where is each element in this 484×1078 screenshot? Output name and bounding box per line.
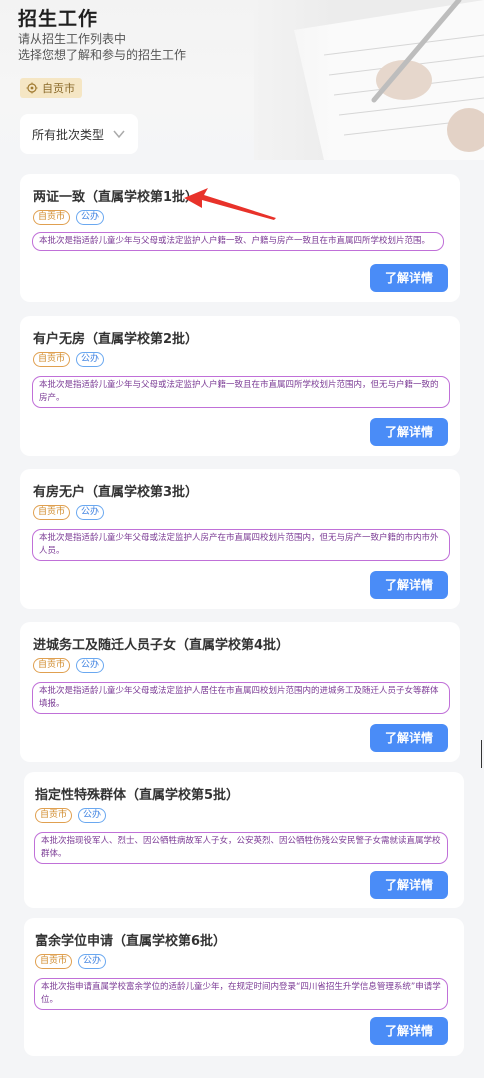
page: 招生工作 请从招生工作列表中 选择您想了解和参与的招生工作 自贡市 所有批次类型… bbox=[0, 0, 484, 1078]
details-button[interactable]: 了解详情 bbox=[370, 724, 448, 752]
card-tags: 自贡市 公办 bbox=[33, 210, 105, 225]
subtitle-line-2: 选择您想了解和参与的招生工作 bbox=[18, 48, 187, 62]
region-tag: 自贡市 bbox=[33, 210, 71, 225]
card-description: 本批次是指适龄儿童少年父母或法定监护人房产在市直属四校划片范围内，但无与房产一致… bbox=[32, 529, 450, 561]
card-title: 有房无户（直属学校第3批） bbox=[33, 485, 199, 500]
edge-divider bbox=[481, 740, 482, 768]
location-pin-icon bbox=[26, 82, 38, 94]
card-title: 有户无房（直属学校第2批） bbox=[33, 332, 199, 347]
location-label: 自贡市 bbox=[42, 82, 75, 95]
enrollment-card[interactable]: 富余学位申请（直属学校第6批） 自贡市 公办 本批次指申请直属学校富余学位的适龄… bbox=[24, 918, 464, 1056]
card-tags: 自贡市 公办 bbox=[33, 505, 105, 520]
region-tag: 自贡市 bbox=[33, 352, 71, 367]
details-button[interactable]: 了解详情 bbox=[370, 871, 448, 899]
page-title: 招生工作 bbox=[18, 8, 99, 30]
chevron-down-icon bbox=[113, 130, 125, 139]
card-description: 本批次是指适龄儿童少年父母或法定监护人居住在市直属四校划片范围内的进城务工及随迁… bbox=[32, 682, 450, 714]
card-tags: 自贡市 公办 bbox=[33, 658, 105, 673]
type-tag: 公办 bbox=[76, 658, 105, 673]
subtitle-line-1: 请从招生工作列表中 bbox=[18, 32, 127, 46]
card-title: 指定性特殊群体（直属学校第5批） bbox=[35, 788, 240, 803]
card-tags: 自贡市 公办 bbox=[35, 808, 107, 823]
batch-type-filter[interactable]: 所有批次类型 bbox=[20, 114, 138, 154]
card-title: 富余学位申请（直属学校第6批） bbox=[35, 934, 227, 949]
card-title: 两证一致（直属学校第1批） bbox=[33, 190, 199, 205]
enrollment-card[interactable]: 进城务工及随迁人员子女（直属学校第4批） 自贡市 公办 本批次是指适龄儿童少年父… bbox=[20, 622, 460, 762]
enrollment-card[interactable]: 有户无房（直属学校第2批） 自贡市 公办 本批次是指适龄儿童少年与父母或法定监护… bbox=[20, 316, 460, 456]
card-description: 本批次是指适龄儿童少年与父母或法定监护人户籍一致且在市直属四所学校划片范围内，但… bbox=[32, 376, 450, 408]
details-button[interactable]: 了解详情 bbox=[370, 418, 448, 446]
card-title: 进城务工及随迁人员子女（直属学校第4批） bbox=[33, 638, 290, 653]
paper-pen-illustration bbox=[254, 0, 484, 160]
card-description: 本批次指现役军人、烈士、因公牺牲病故军人子女，公安英烈、因公牺牲伤残公安民警子女… bbox=[34, 832, 448, 864]
enrollment-card[interactable]: 指定性特殊群体（直属学校第5批） 自贡市 公办 本批次指现役军人、烈士、因公牺牲… bbox=[24, 772, 464, 908]
card-description: 本批次指申请直属学校富余学位的适龄儿童少年，在规定时间内登录“四川省招生升学信息… bbox=[34, 978, 448, 1010]
card-tags: 自贡市 公办 bbox=[33, 352, 105, 367]
enrollment-card[interactable]: 有房无户（直属学校第3批） 自贡市 公办 本批次是指适龄儿童少年父母或法定监护人… bbox=[20, 469, 460, 609]
region-tag: 自贡市 bbox=[35, 808, 73, 823]
region-tag: 自贡市 bbox=[33, 658, 71, 673]
card-tags: 自贡市 公办 bbox=[35, 954, 107, 969]
type-tag: 公办 bbox=[76, 352, 105, 367]
type-tag: 公办 bbox=[78, 954, 107, 969]
details-button[interactable]: 了解详情 bbox=[370, 571, 448, 599]
details-button[interactable]: 了解详情 bbox=[370, 264, 448, 292]
type-tag: 公办 bbox=[78, 808, 107, 823]
region-tag: 自贡市 bbox=[33, 505, 71, 520]
annotation-arrow-icon bbox=[184, 188, 276, 220]
type-tag: 公办 bbox=[76, 210, 105, 225]
card-description: 本批次是指适龄儿童少年与父母或法定监护人户籍一致、户籍与房产一致且在市直属四所学… bbox=[32, 232, 444, 251]
page-subtitle: 请从招生工作列表中 选择您想了解和参与的招生工作 bbox=[18, 31, 186, 63]
type-tag: 公办 bbox=[76, 505, 105, 520]
region-tag: 自贡市 bbox=[35, 954, 73, 969]
details-button[interactable]: 了解详情 bbox=[370, 1017, 448, 1045]
location-badge[interactable]: 自贡市 bbox=[20, 78, 82, 98]
filter-label: 所有批次类型 bbox=[32, 127, 105, 142]
